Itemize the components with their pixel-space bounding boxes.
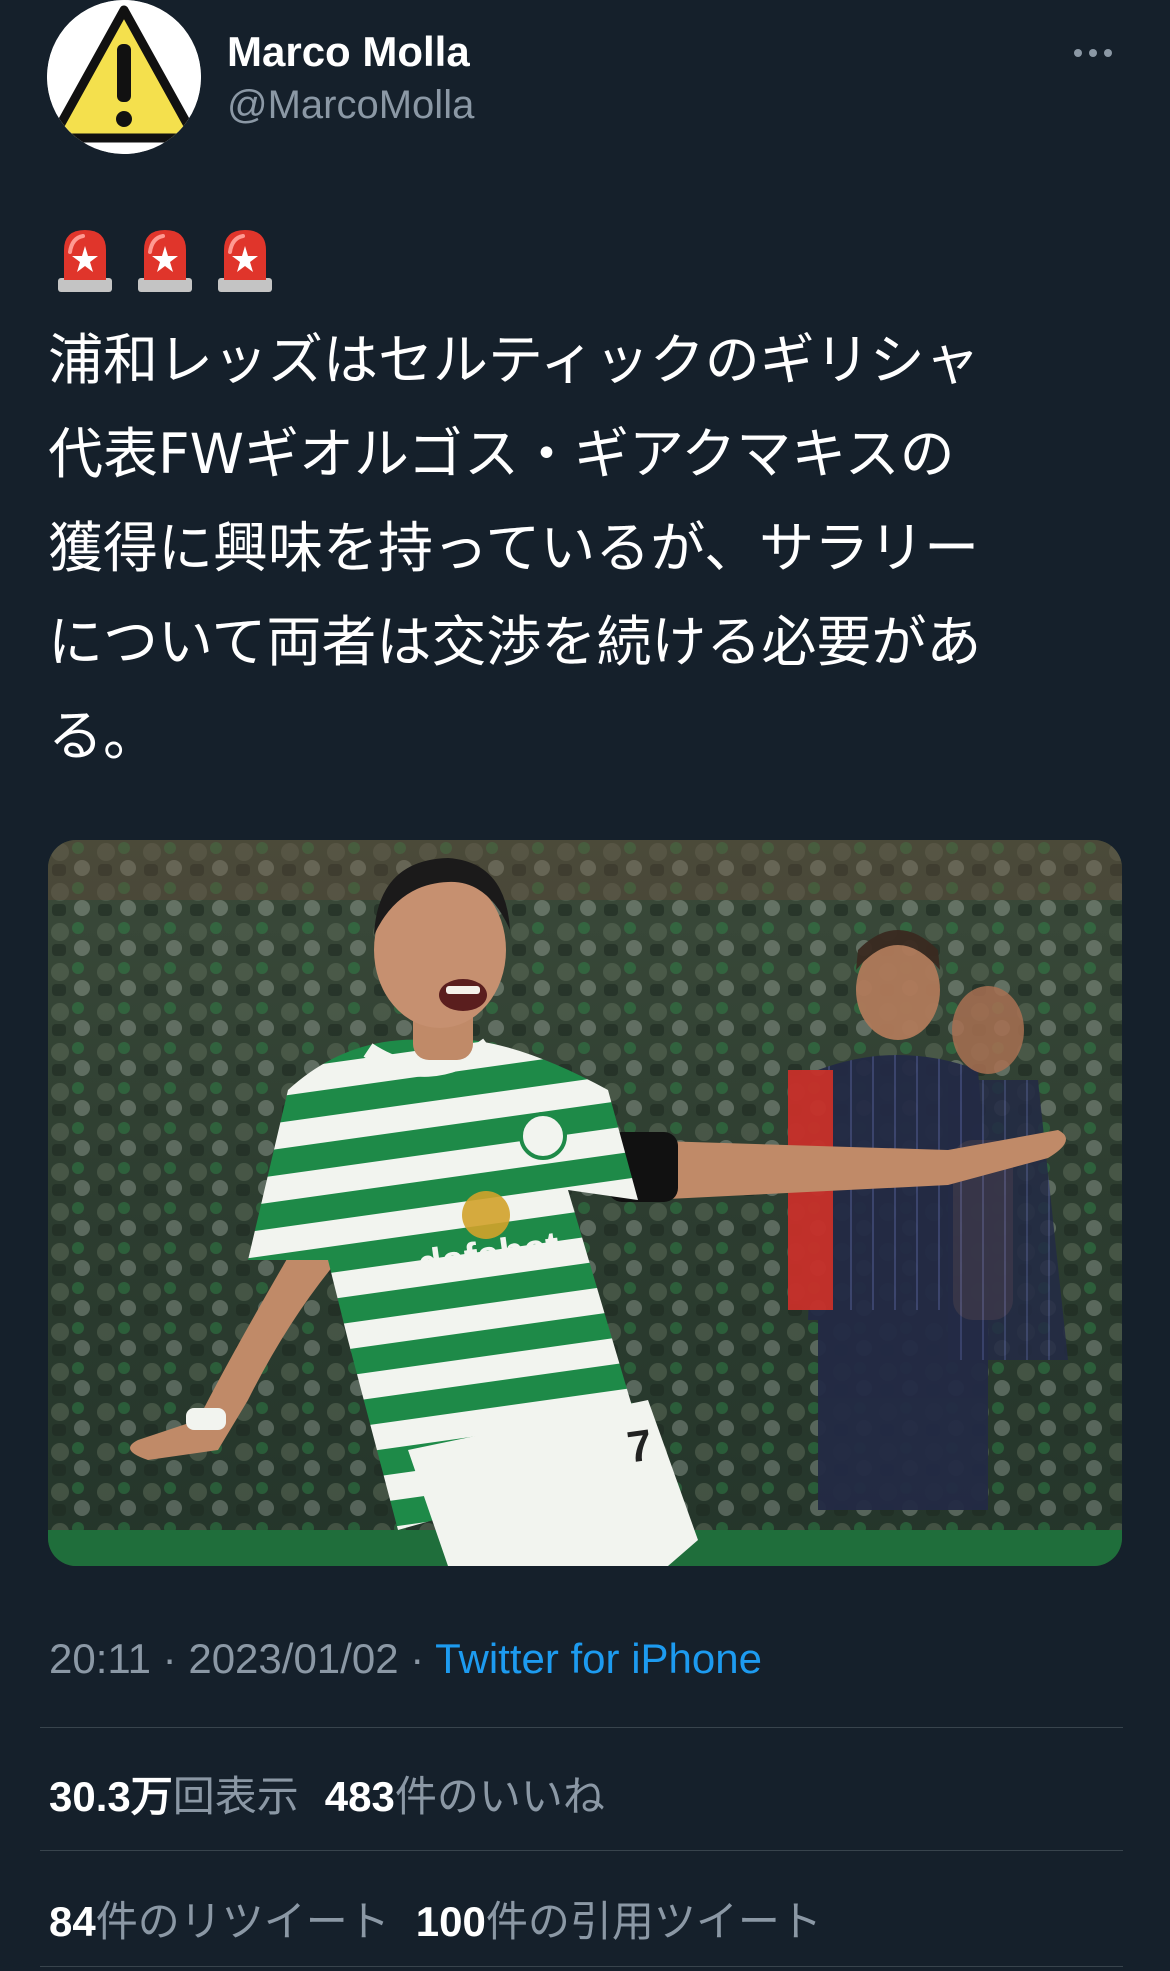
quotes-label: 件の引用ツイート xyxy=(485,1898,822,1945)
divider xyxy=(40,1727,1123,1728)
more-options-button[interactable] xyxy=(1063,30,1123,76)
tweet-time[interactable]: 20:11 xyxy=(49,1635,151,1682)
police-siren-icon xyxy=(218,230,272,292)
more-dot xyxy=(1089,49,1097,57)
retweets-label: 件のリツイート xyxy=(95,1898,390,1945)
tweet-source-link[interactable]: Twitter for iPhone xyxy=(435,1635,762,1682)
divider xyxy=(40,1966,1123,1967)
avatar[interactable] xyxy=(47,0,201,154)
views-label: 回表示 xyxy=(172,1773,299,1820)
tweet-meta: 20:11 · 2023/01/02 · Twitter for iPhone xyxy=(49,1635,762,1683)
stats-row-views-likes: 30.3万回表示 483件のいいね xyxy=(49,1763,605,1824)
photo-image: dafabet 7 xyxy=(48,840,1122,1566)
tweet-date[interactable]: 2023/01/02 xyxy=(188,1635,398,1682)
stats-row-retweets-quotes: 84件のリツイート 100件の引用ツイート xyxy=(49,1888,822,1949)
divider xyxy=(40,1850,1123,1851)
retweets-stat[interactable]: 84件のリツイート xyxy=(49,1898,390,1945)
user-handle[interactable]: @MarcoMolla xyxy=(227,80,474,130)
more-dot xyxy=(1104,49,1112,57)
tweet-photo[interactable]: dafabet 7 xyxy=(48,840,1122,1566)
tweet-header: Marco Molla @MarcoMolla xyxy=(47,0,1123,160)
likes-count: 483 xyxy=(324,1773,395,1820)
likes-stat[interactable]: 483件のいいね xyxy=(325,1773,605,1820)
meta-separator: · xyxy=(162,1635,177,1682)
more-dot xyxy=(1074,49,1082,57)
police-siren-icon xyxy=(58,230,112,292)
views-stat[interactable]: 30.3万回表示 xyxy=(49,1773,299,1820)
user-info[interactable]: Marco Molla @MarcoMolla xyxy=(227,24,474,130)
retweets-count: 84 xyxy=(49,1898,96,1945)
emoji-row xyxy=(56,226,274,294)
likes-label: 件のいいね xyxy=(394,1773,605,1820)
police-siren-icon xyxy=(138,230,192,292)
quotes-stat[interactable]: 100件の引用ツイート xyxy=(416,1898,822,1945)
views-count: 30.3万 xyxy=(49,1773,173,1820)
meta-separator: · xyxy=(410,1635,425,1682)
tweet-text: 浦和レッズはセルティックのギリシャ 代表FWギオルゴス・ギアクマキスの 獲得に興… xyxy=(48,328,982,768)
warning-sign-icon xyxy=(47,0,201,154)
display-name[interactable]: Marco Molla xyxy=(227,24,474,80)
quotes-count: 100 xyxy=(415,1898,486,1945)
